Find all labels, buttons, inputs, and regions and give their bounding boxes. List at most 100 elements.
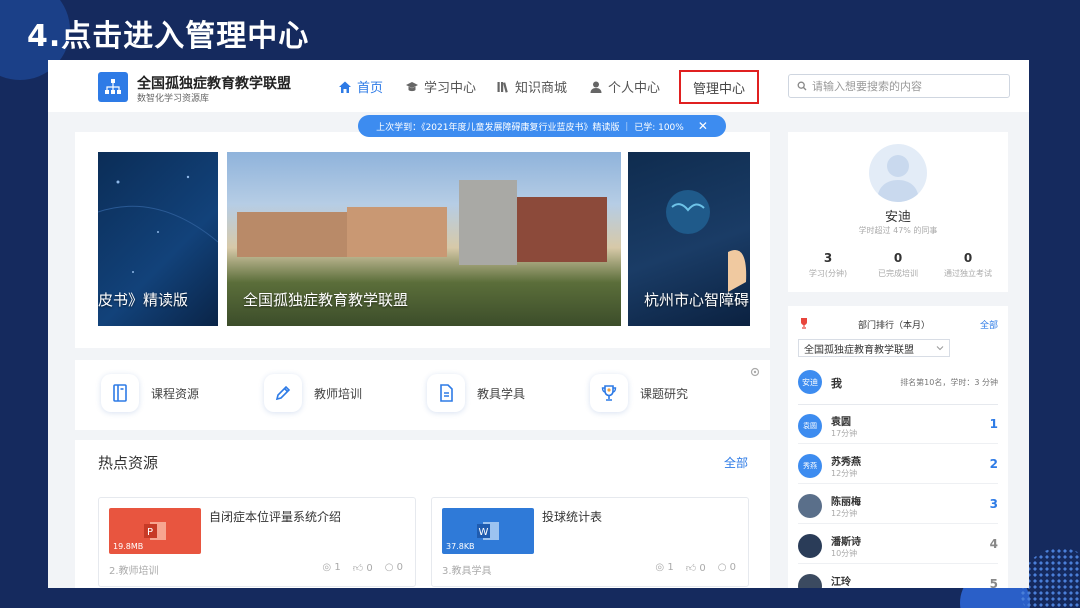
- profile-card: 安迪 学时超过 47% 的同事 3 学习(分钟) 0 已完成培训 0 通过独立考…: [788, 132, 1008, 292]
- trophy-icon: [801, 318, 807, 329]
- stat-passed-exams: 0 通过独立考试: [944, 251, 992, 278]
- building-image: [347, 207, 447, 257]
- resource-title[interactable]: 投球统计表: [542, 508, 602, 525]
- banner-caption: 皮书》精读版: [98, 291, 189, 309]
- department-ranking: 部门排行（本月） 全部 全国孤独症教育教学联盟 安迪 我 排名第10名，学时：3…: [788, 306, 1008, 588]
- file-size: 37.8KB: [446, 542, 475, 551]
- banner-carousel: 皮书》精读版 全国孤独症教育教学联盟 杭州市心智障碍: [75, 132, 770, 348]
- top-header: 全国孤独症教育教学联盟 数智化学习资源库 首页 学习中心 知识商城 个人中心 管…: [48, 60, 1029, 112]
- building-image: [237, 212, 347, 257]
- pencil-icon: [264, 374, 302, 412]
- chevron-down-icon: [936, 346, 944, 351]
- rank-number: 4: [989, 537, 998, 551]
- avatar: 安迪: [798, 370, 822, 394]
- profile-name: 安迪: [884, 210, 911, 225]
- rank-row[interactable]: 秀燕 苏秀燕 12分钟 2: [798, 448, 998, 484]
- rank-name: 袁圆: [831, 417, 851, 428]
- rank-time: 10分钟: [831, 549, 858, 558]
- file-size: 19.8MB: [113, 542, 144, 551]
- search-icon: [797, 81, 807, 91]
- banner-slide-left[interactable]: 皮书》精读版: [98, 152, 218, 326]
- profile-subtitle: 学时超过 47% 的同事: [858, 226, 938, 235]
- rank-name: 江玲: [831, 577, 851, 588]
- hot-resources-title: 热点资源: [98, 454, 159, 472]
- home-icon: [339, 81, 351, 93]
- avatar: [798, 574, 822, 588]
- avatar: [798, 494, 822, 518]
- svg-text:P: P: [147, 527, 153, 538]
- ppt-icon: P: [144, 522, 166, 540]
- nav-learning-center[interactable]: 学习中心: [405, 77, 476, 96]
- word-icon: W: [477, 522, 499, 540]
- search-input[interactable]: 请输入想要搜索的内容: [788, 74, 1010, 98]
- file-icon: [427, 374, 465, 412]
- rank-name: 潘斯诗: [831, 537, 861, 548]
- graduation-cap-icon: [406, 81, 418, 91]
- rank-row[interactable]: 江玲 5: [798, 568, 998, 588]
- resource-card[interactable]: W 37.8KB 投球统计表 3.教具学具 ◎ 1 👍︎ 0 ○ 0: [431, 497, 749, 587]
- rank-row[interactable]: 潘斯诗 10分钟 4: [798, 528, 998, 564]
- settings-icon[interactable]: [750, 367, 760, 377]
- rank-time: 12分钟: [831, 509, 858, 518]
- notice-text: 上次学到：《2021年度儿童发展障碍康复行业蓝皮书》精读版 ｜ 已学: 100%: [376, 122, 684, 133]
- rank-number: 3: [989, 497, 998, 511]
- category-teaching-aids[interactable]: 教具学具: [427, 374, 525, 412]
- resource-title[interactable]: 自闭症本位评量系统介绍: [209, 508, 341, 525]
- nav-home[interactable]: 首页: [338, 77, 383, 96]
- resource-stats: ◎ 1 👍︎ 0 ○ 0: [322, 562, 403, 574]
- hot-resources-all-link[interactable]: 全部: [724, 454, 748, 471]
- my-label: 我: [831, 377, 842, 390]
- slide-title: 4.点击进入管理中心: [27, 19, 310, 54]
- building-image: [517, 197, 607, 262]
- like-count[interactable]: 👍︎ 0: [686, 562, 706, 574]
- avatar: 秀燕: [798, 454, 822, 478]
- document-icon: [101, 374, 139, 412]
- comment-count[interactable]: ○ 0: [718, 562, 736, 574]
- ranking-all-link[interactable]: 全部: [980, 318, 998, 331]
- rank-time: 12分钟: [831, 469, 858, 478]
- logo-icon[interactable]: [98, 72, 128, 102]
- my-rank-row: 安迪 我 排名第10名，学时：3 分钟: [798, 370, 998, 394]
- stat-study-minutes: 3 学习(分钟): [808, 251, 848, 278]
- banner-slide-right[interactable]: 杭州市心智障碍: [628, 152, 750, 326]
- rank-row[interactable]: 袁圆 袁圆 17分钟 1: [798, 408, 998, 444]
- rank-time: 17分钟: [831, 429, 858, 438]
- site-title[interactable]: 全国孤独症教育教学联盟: [137, 73, 291, 93]
- nav-knowledge-store[interactable]: 知识商城: [496, 77, 567, 96]
- stat-completed-training: 0 已完成培训: [878, 251, 918, 278]
- rank-number: 2: [989, 457, 998, 471]
- resource-card[interactable]: P 19.8MB 自闭症本位评量系统介绍 2.教师培训 ◎ 1 👍︎ 0 ○ 0: [98, 497, 416, 587]
- nav-management-center[interactable]: 管理中心: [679, 70, 759, 104]
- resource-category: 3.教具学具: [442, 566, 492, 577]
- avatar[interactable]: [869, 144, 927, 202]
- banner-slide-center[interactable]: 全国孤独症教育教学联盟: [227, 152, 621, 326]
- rank-row[interactable]: 陈丽梅 12分钟 3: [798, 488, 998, 524]
- user-avatar-icon: [877, 155, 919, 202]
- ranking-title: 部门排行（本月）: [858, 321, 931, 331]
- category-research[interactable]: 课题研究: [590, 374, 688, 412]
- category-course-resources[interactable]: 课程资源: [101, 374, 199, 412]
- nav-personal-center[interactable]: 个人中心: [589, 77, 660, 96]
- avatar: 袁圆: [798, 414, 822, 438]
- books-icon: [497, 81, 508, 93]
- last-study-notice[interactable]: 上次学到：《2021年度儿童发展障碍康复行业蓝皮书》精读版 ｜ 已学: 100%…: [358, 115, 726, 137]
- search-placeholder: 请输入想要搜索的内容: [812, 80, 922, 93]
- building-image: [459, 180, 517, 265]
- trophy-icon: [590, 374, 628, 412]
- comment-count[interactable]: ○ 0: [385, 562, 403, 574]
- view-count: ◎ 1: [322, 562, 341, 573]
- view-count: ◎ 1: [655, 562, 674, 573]
- resource-stats: ◎ 1 👍︎ 0 ○ 0: [655, 562, 736, 574]
- rank-name: 苏秀燕: [831, 457, 861, 468]
- department-select[interactable]: 全国孤独症教育教学联盟: [798, 339, 950, 357]
- close-icon[interactable]: ✕: [698, 119, 708, 133]
- decor-dots: [1020, 548, 1080, 608]
- category-teacher-training[interactable]: 教师培训: [264, 374, 362, 412]
- hot-resources-panel: 热点资源 全部 P 19.8MB 自闭症本位评量系统介绍 2.教师培训 ◎ 1 …: [75, 440, 770, 588]
- rank-number: 5: [989, 577, 998, 588]
- banner-caption: 全国孤独症教育教学联盟: [243, 291, 409, 309]
- my-rank-info: 排名第10名，学时：3 分钟: [900, 378, 998, 387]
- svg-text:W: W: [479, 527, 489, 538]
- like-count[interactable]: 👍︎ 0: [353, 562, 373, 574]
- user-icon: [590, 81, 602, 93]
